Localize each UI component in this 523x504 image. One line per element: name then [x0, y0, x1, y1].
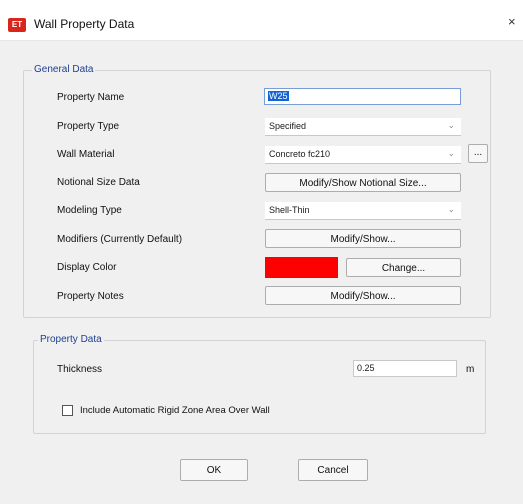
modeling-type-label: Modeling Type	[57, 205, 122, 216]
property-name-label: Property Name	[57, 92, 125, 103]
wall-material-value: Concreto fc210	[269, 149, 331, 159]
wall-material-select[interactable]: Concreto fc210 ⌄	[265, 146, 461, 164]
change-color-button[interactable]: Change...	[346, 258, 461, 277]
chevron-down-icon: ⌄	[447, 148, 455, 158]
display-color-swatch	[265, 257, 338, 278]
property-name-value: W25	[268, 91, 289, 101]
property-name-input[interactable]: W25	[264, 88, 461, 105]
thickness-unit: m	[466, 364, 475, 375]
thickness-value: 0.25	[357, 363, 375, 373]
property-notes-label: Property Notes	[57, 291, 124, 302]
window-title: Wall Property Data	[34, 17, 135, 31]
wall-material-browse-button[interactable]: ...	[468, 144, 488, 163]
general-data-label: General Data	[32, 64, 96, 75]
ok-button[interactable]: OK	[180, 459, 248, 481]
thickness-input[interactable]: 0.25	[353, 360, 457, 377]
modeling-type-select[interactable]: Shell-Thin ⌄	[265, 202, 461, 220]
etabs-app-icon: ET	[8, 18, 26, 32]
close-icon[interactable]: ×	[508, 14, 516, 29]
property-type-label: Property Type	[57, 121, 120, 132]
rigid-zone-label: Include Automatic Rigid Zone Area Over W…	[80, 405, 270, 416]
notional-size-button[interactable]: Modify/Show Notional Size...	[265, 173, 461, 192]
wall-property-dialog: ET Wall Property Data × General Data Pro…	[0, 0, 523, 504]
modeling-type-value: Shell-Thin	[269, 205, 310, 215]
modifiers-button[interactable]: Modify/Show...	[265, 229, 461, 248]
wall-material-label: Wall Material	[57, 149, 115, 160]
cancel-button[interactable]: Cancel	[298, 459, 368, 481]
display-color-label: Display Color	[57, 262, 117, 273]
chevron-down-icon: ⌄	[447, 120, 455, 130]
notional-size-label: Notional Size Data	[57, 177, 140, 188]
general-data-group: General Data	[23, 64, 491, 318]
property-notes-button[interactable]: Modify/Show...	[265, 286, 461, 305]
thickness-label: Thickness	[57, 364, 103, 375]
modifiers-label: Modifiers (Currently Default)	[57, 234, 183, 245]
property-type-select[interactable]: Specified ⌄	[265, 118, 461, 136]
property-type-value: Specified	[269, 121, 307, 131]
title-bar: ET Wall Property Data ×	[0, 0, 523, 41]
property-data-group: Property Data	[33, 334, 486, 434]
property-data-label: Property Data	[38, 334, 104, 345]
rigid-zone-checkbox[interactable]	[62, 405, 73, 416]
chevron-down-icon: ⌄	[447, 204, 455, 214]
